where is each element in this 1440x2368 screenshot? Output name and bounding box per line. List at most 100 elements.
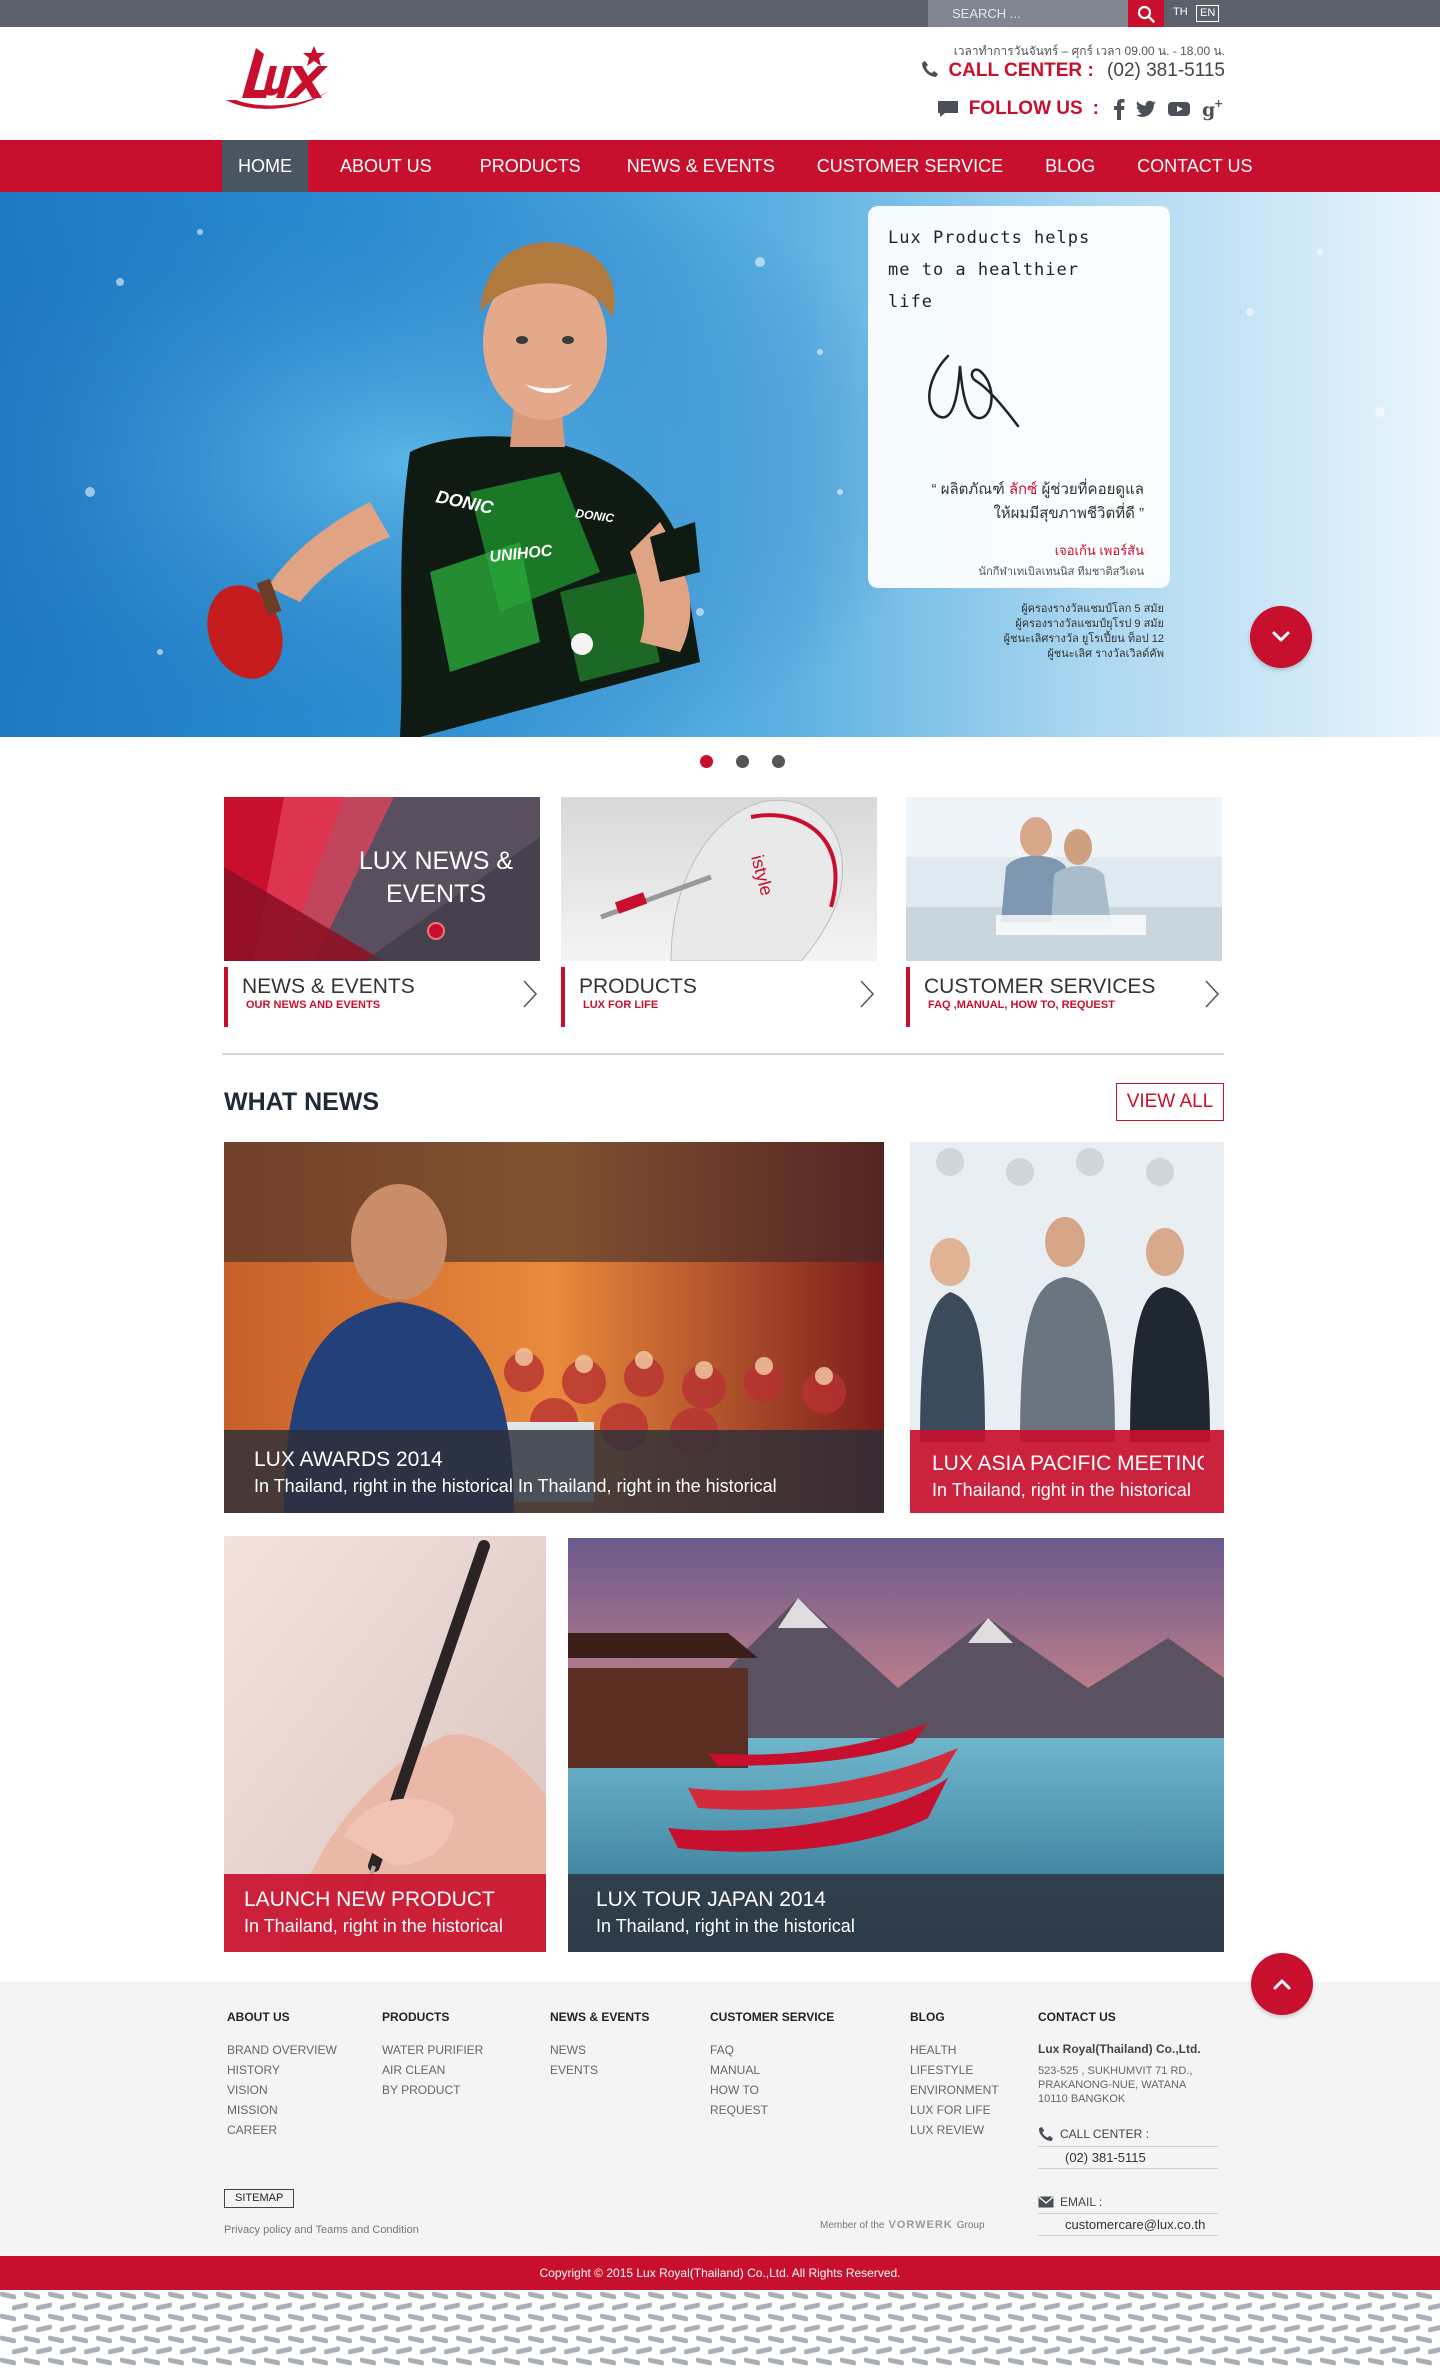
footer-link[interactable]: LUX FOR LIFE — [910, 2100, 999, 2120]
language-en-link[interactable]: EN — [1196, 5, 1220, 22]
youtube-icon[interactable] — [1167, 100, 1191, 118]
card-customer-services[interactable]: CUSTOMER SERVICES FAQ ,MANUAL, HOW TO, R… — [906, 797, 1222, 1027]
card-products-footer: PRODUCTS LUX FOR LIFE — [561, 967, 877, 1027]
footer-link[interactable]: FAQ — [710, 2040, 834, 2060]
search-button[interactable] — [1128, 0, 1164, 27]
footer-link[interactable]: MANUAL — [710, 2060, 834, 2080]
card-image-text-line-1: LUX NEWS & — [359, 847, 514, 875]
footer-email-address[interactable]: customercare@lux.co.th — [1038, 2213, 1218, 2236]
privacy-policy-link[interactable]: Privacy policy and Teams and Condition — [224, 2224, 419, 2236]
search-box — [928, 0, 1128, 27]
footer-link[interactable]: ENVIRONMENT — [910, 2080, 999, 2100]
news-item-launch-new-product[interactable]: LAUNCH NEW PRODUCT In Thailand, right in… — [224, 1536, 546, 1952]
footer-call-center: CALL CENTER : — [1038, 2126, 1218, 2142]
top-utility-bar — [0, 0, 1440, 27]
nav-item-blog[interactable]: BLOG — [1029, 140, 1111, 192]
card-subtitle: LUX FOR LIFE — [583, 999, 659, 1011]
footer-link[interactable]: BY PRODUCT — [382, 2080, 483, 2100]
chevron-right-icon[interactable] — [1204, 979, 1220, 1009]
company-name: Lux Royal(Thailand) Co.,Ltd. — [1038, 2042, 1201, 2056]
footer-link[interactable]: AIR CLEAN — [382, 2060, 483, 2080]
footer-link[interactable]: REQUEST — [710, 2100, 834, 2120]
address-line: 523-525 , SUKHUMVIT 71 RD., — [1038, 2065, 1193, 2077]
chevron-right-icon[interactable] — [522, 979, 538, 1009]
news-item-lux-tour-japan[interactable]: LUX TOUR JAPAN 2014 In Thailand, right i… — [568, 1538, 1224, 1952]
lux-logo-mark — [226, 46, 330, 109]
nav-item-news-events[interactable]: NEWS & EVENTS — [611, 140, 791, 192]
achievement-item: ผู้ครองรางวัลแชมป์ยุโรป 9 สมัย — [1015, 618, 1164, 630]
footer-link[interactable]: NEWS — [550, 2040, 649, 2060]
footer-link[interactable]: BRAND OVERVIEW — [227, 2040, 337, 2060]
slider-dot-3[interactable] — [772, 755, 785, 768]
card-image-text-line-2: EVENTS — [386, 880, 486, 908]
slider-dot-1[interactable] — [700, 755, 713, 768]
thai-quote-part-a: ผลิตภัณฑ์ — [940, 481, 1005, 498]
address-line: 10110 BANGKOK — [1038, 2093, 1126, 2105]
card-customer-services-footer: CUSTOMER SERVICES FAQ ,MANUAL, HOW TO, R… — [906, 967, 1222, 1027]
nav-items: HOME ABOUT US PRODUCTS NEWS & EVENTS CUS… — [222, 140, 1268, 192]
footer-link[interactable]: VISION — [227, 2080, 337, 2100]
card-products[interactable]: istyle PRODUCTS LUX FOR LIFE — [561, 797, 877, 1027]
nav-item-home[interactable]: HOME — [222, 140, 308, 192]
card-products-image: istyle — [561, 797, 877, 961]
footer-link[interactable]: CAREER — [227, 2120, 337, 2140]
view-all-button[interactable]: VIEW ALL — [1116, 1083, 1224, 1121]
slider-dot-2[interactable] — [736, 755, 749, 768]
footer-link[interactable]: HEALTH — [910, 2040, 999, 2060]
vorwerk-logo: VORWERK — [888, 2219, 953, 2231]
footer-column-blog: BLOG HEALTH LIFESTYLE ENVIRONMENT LUX FO… — [910, 2010, 999, 2140]
nav-item-customer-service[interactable]: CUSTOMER SERVICE — [801, 140, 1019, 192]
search-input[interactable] — [928, 0, 1128, 27]
footer-column-news: NEWS & EVENTS NEWS EVENTS — [550, 2010, 649, 2080]
facebook-icon[interactable] — [1113, 98, 1125, 120]
wave-pattern — [0, 2291, 1440, 2366]
card-customer-services-image — [906, 797, 1222, 961]
google-plus-icon[interactable]: g + — [1201, 97, 1225, 121]
footer-link[interactable]: HOW TO — [710, 2080, 834, 2100]
news-caption: LUX TOUR JAPAN 2014 In Thailand, right i… — [568, 1874, 1224, 1952]
scroll-down-button[interactable] — [1250, 606, 1312, 668]
footer-heading: NEWS & EVENTS — [550, 2010, 650, 2024]
language-th-link[interactable]: TH — [1170, 5, 1191, 22]
footer-link[interactable]: EVENTS — [550, 2060, 649, 2080]
news-title: LAUNCH NEW PRODUCT — [244, 1888, 495, 1911]
nav-item-about-us[interactable]: ABOUT US — [324, 140, 448, 192]
footer-call-number[interactable]: (02) 381-5115 — [1038, 2146, 1218, 2169]
footer-link[interactable]: LIFESTYLE — [910, 2060, 999, 2080]
thai-quote: “ ผลิตภัณฑ์ ลักซ์ ผู้ช่วยที่คอยดูแล ให้ผ… — [888, 478, 1144, 526]
news-item-asia-pacific-meeting[interactable]: LUX ASIA PACIFIC MEETING In Thailand, ri… — [910, 1142, 1224, 1513]
thai-quote-line-1: “ ผลิตภัณฑ์ ลักซ์ ผู้ช่วยที่คอยดูแล — [931, 481, 1144, 498]
footer-column-customer-service: CUSTOMER SERVICE FAQ MANUAL HOW TO REQUE… — [710, 2010, 834, 2120]
athlete-subtitle: นักกีฬาเทเบิลเทนนิส ทีมชาติสวีเดน — [978, 566, 1144, 578]
footer-heading: PRODUCTS — [382, 2010, 450, 2024]
handwritten-quote: Lux Products helps me to a healthier lif… — [888, 222, 1158, 318]
call-center-number[interactable]: (02) 381-5115 — [1107, 60, 1225, 81]
lux-logo[interactable] — [222, 40, 342, 116]
nav-item-contact-us[interactable]: CONTACT US — [1121, 140, 1268, 192]
chevron-right-icon[interactable] — [859, 979, 875, 1009]
search-icon — [1137, 5, 1155, 23]
card-news-events[interactable]: LUX NEWS & EVENTS NEWS & EVENTS OUR NEWS… — [224, 797, 540, 1027]
footer-link[interactable]: LUX REVIEW — [910, 2120, 999, 2140]
footer-column-products: PRODUCTS WATER PURIFIER AIR CLEAN BY PRO… — [382, 2010, 483, 2100]
footer-call-label: CALL CENTER : — [1060, 2127, 1149, 2141]
what-news-title: WHAT NEWS — [224, 1088, 380, 1116]
chat-bubble-icon — [937, 101, 958, 117]
athlete-name: เจอเก้น เพอร์สัน — [1054, 543, 1144, 558]
thai-quote-part-b: ผู้ช่วยที่คอยดูแล — [1041, 481, 1144, 498]
news-item-lux-awards[interactable]: LUX AWARDS 2014 In Thailand, right in th… — [224, 1142, 884, 1513]
main-navigation: HOME ABOUT US PRODUCTS NEWS & EVENTS CUS… — [0, 140, 1440, 192]
copyright-bar: Copyright © 2015 Lux Royal(Thailand) Co.… — [0, 2256, 1440, 2290]
twitter-icon[interactable] — [1135, 100, 1157, 118]
svg-text:+: + — [1214, 97, 1223, 110]
sitemap-button[interactable]: SITEMAP — [224, 2189, 295, 2208]
chevron-down-icon — [1272, 631, 1290, 642]
vorwerk-member-note: Member of the VORWERK Group — [820, 2219, 985, 2231]
footer-link[interactable]: HISTORY — [227, 2060, 337, 2080]
footer-link[interactable]: WATER PURIFIER — [382, 2040, 483, 2060]
back-to-top-button[interactable] — [1251, 1953, 1313, 2015]
mail-icon — [1038, 2196, 1054, 2208]
footer-link[interactable]: MISSION — [227, 2100, 337, 2120]
nav-item-products[interactable]: PRODUCTS — [464, 140, 597, 192]
phone-icon — [922, 61, 939, 77]
